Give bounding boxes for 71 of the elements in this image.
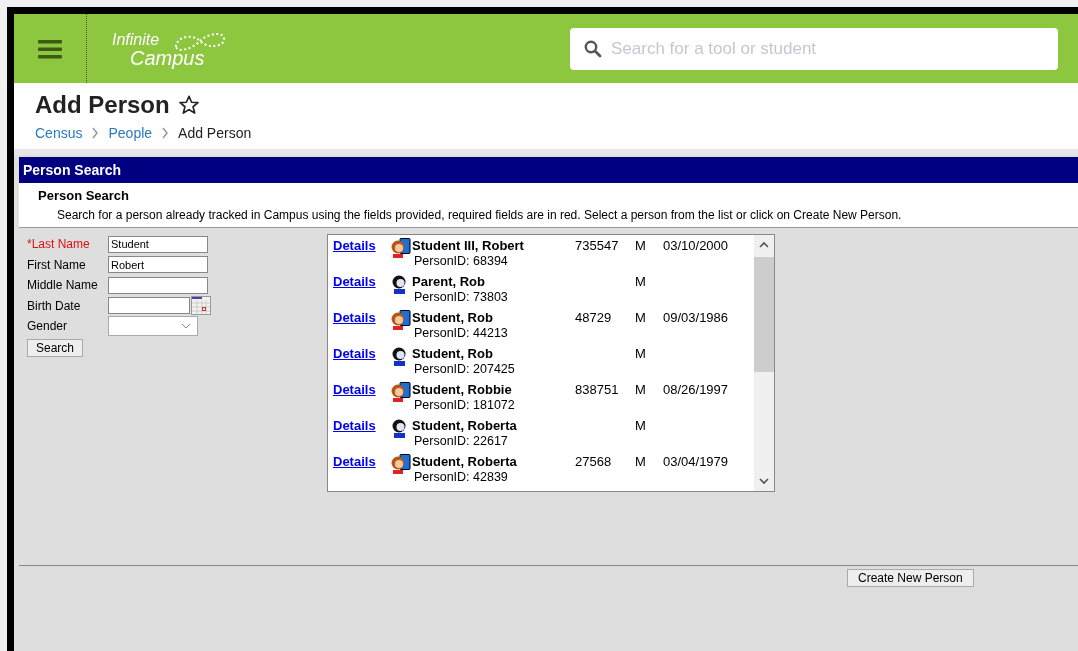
panel-header: Person Search	[19, 157, 1078, 183]
logo: Infinite Campus	[112, 26, 232, 71]
gender-text: M	[635, 310, 646, 325]
student-book-icon	[390, 454, 412, 474]
birth-date: 08/26/1997	[663, 382, 729, 397]
breadcrumb-current: Add Person	[178, 125, 252, 141]
text-field[interactable]: Robert	[108, 256, 208, 274]
person-id: PersonID: 207425	[413, 362, 516, 376]
star-icon[interactable]	[177, 94, 200, 116]
create-new-person-button[interactable]: Create New Person	[847, 569, 974, 587]
student-book-icon	[390, 238, 412, 258]
person-id: PersonID: 181072	[413, 398, 516, 412]
person-name: Student, Rob	[412, 346, 494, 361]
field-label: First Name	[27, 257, 87, 272]
gender-text: M	[635, 454, 646, 469]
person-name: Student III, Robert	[412, 238, 525, 253]
person-name: Student, Roberta	[412, 418, 518, 433]
date-field[interactable]	[108, 297, 190, 315]
field-label: Middle Name	[27, 278, 99, 293]
text-field[interactable]: Student	[108, 235, 208, 253]
gender-text: M	[635, 238, 646, 253]
person-name: Parent, Rob	[412, 274, 486, 289]
details-link[interactable]: Details	[333, 382, 390, 418]
details-link[interactable]: Details	[333, 418, 390, 454]
gender-text: M	[635, 274, 646, 289]
chevron-up-icon[interactable]	[759, 241, 769, 249]
person-id: PersonID: 42839	[413, 470, 509, 484]
gender-text: M	[635, 418, 646, 433]
student-book-icon	[390, 382, 412, 402]
birth-date: 03/10/2000	[663, 238, 729, 253]
scrollbar-thumb[interactable]	[754, 257, 774, 372]
chevron-right-icon	[91, 127, 100, 139]
chevron-down-icon	[181, 323, 191, 330]
menu-icon	[38, 38, 62, 59]
student-book-icon	[390, 310, 412, 330]
student-number: 838751	[575, 382, 619, 397]
section-title: Person Search	[38, 188, 131, 203]
instructions-text: Search for a person already tracked in Campus using the fields provided, required fields are in red. Select a person from the list or click on Create New Person.	[56, 208, 903, 222]
gender-text: M	[635, 382, 646, 397]
chevron-down-icon[interactable]	[759, 477, 769, 485]
breadcrumb-link[interactable]: People	[108, 125, 153, 141]
person-name: Student, Robbie	[412, 382, 513, 397]
field-label: Gender	[27, 319, 69, 334]
chevron-right-icon	[161, 127, 170, 139]
person-name: Student, Rob	[412, 310, 494, 325]
scrollbar[interactable]	[754, 235, 774, 491]
details-link[interactable]: Details	[333, 238, 390, 274]
details-link[interactable]: Details	[333, 310, 390, 346]
birth-date: 09/03/1986	[663, 310, 729, 325]
details-link[interactable]: Details	[333, 346, 390, 382]
search-button[interactable]: Search	[27, 338, 84, 357]
person-name: Student, Roberta	[412, 454, 518, 469]
person-id: PersonID: 44213	[413, 326, 509, 340]
search-field[interactable]: Search for a tool or student	[570, 27, 1058, 70]
calendar-icon[interactable]	[191, 296, 211, 316]
field-label: *Last Name	[27, 237, 91, 252]
field-label: Birth Date	[27, 298, 82, 313]
student-number: 48729	[575, 310, 612, 325]
gender-text: M	[635, 346, 646, 361]
breadcrumb-link[interactable]: Census	[35, 125, 83, 141]
person-id: PersonID: 73803	[413, 290, 509, 304]
details-link[interactable]: Details	[333, 274, 390, 310]
search-icon	[584, 39, 602, 58]
person-id: PersonID: 22617	[413, 434, 509, 448]
student-number: 735547	[575, 238, 619, 253]
student-number: 27568	[575, 454, 612, 469]
text-field[interactable]	[108, 276, 208, 294]
person-id: PersonID: 68394	[413, 254, 509, 268]
birth-date: 03/04/1979	[663, 454, 729, 469]
page-title: Add Person	[35, 91, 170, 119]
details-link[interactable]: Details	[333, 454, 390, 490]
